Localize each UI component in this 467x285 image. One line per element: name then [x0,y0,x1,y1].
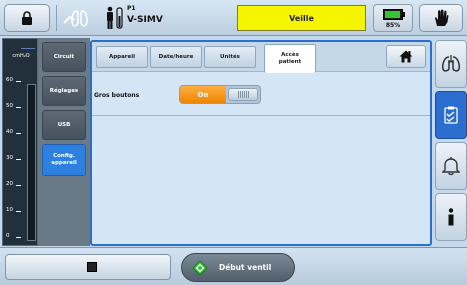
gauge-marker [21,48,35,49]
start-ventilation-icon [192,260,208,276]
bottom-bar: Début ventil [0,247,467,285]
toggle-on-label: On [180,86,226,103]
ventilator-screen: P1 V-SIMV Veille 85% cmH₂O 60 50 40 30 2… [0,0,467,285]
gauge-tick [16,81,21,82]
left-menu: Circuit Réglages USB Config. appareil [38,38,90,246]
home-icon [399,50,413,63]
gauge-tick-label: 60 [6,77,13,83]
large-buttons-label: Gros boutons [94,92,140,99]
menu-item-settings[interactable]: Réglages [42,76,86,106]
checklist-icon [444,106,458,124]
pressure-bar [27,84,36,241]
ventilation-button[interactable] [435,40,467,88]
info-button[interactable] [435,193,467,241]
separator [56,5,57,31]
gauge-tick [16,107,21,108]
gauge-tick [16,211,21,212]
lock-button[interactable] [4,4,50,32]
gauge-tick-label: 10 [6,207,13,213]
menu-item-device-config[interactable]: Config. appareil [42,144,86,176]
toggle-knob[interactable] [228,88,258,101]
right-menu [433,38,467,246]
gauge-tick-label: 20 [6,181,13,187]
hand-icon [435,9,449,26]
gauge-tick-label: 0 [6,233,10,239]
manual-breath-button[interactable] [419,4,463,32]
menu-item-circuit[interactable]: Circuit [42,42,86,72]
tab-device[interactable]: Appareil [96,46,148,68]
tab-date-time[interactable]: Date/heure [150,46,202,68]
tab-patient-access[interactable]: Accès patient [264,44,316,73]
patient-area[interactable]: P1 V-SIMV [60,3,180,33]
divider [92,115,430,116]
tabs-row: Appareil Date/heure Unités Accès patient [92,42,430,73]
alarm-bell-icon [442,157,460,176]
gauge-tick-label: 30 [6,155,13,161]
start-ventilation-button[interactable]: Début ventil [181,253,295,282]
home-button[interactable] [386,45,426,68]
gauge-tick [16,185,21,186]
top-bar: P1 V-SIMV Veille 85% [0,0,467,36]
lungs-icon [63,10,88,27]
start-ventilation-label: Début ventil [219,263,272,272]
patient-icon [107,6,123,29]
ventilation-mode: V-SIMV [127,15,163,25]
gauge-unit: cmH₂O [12,53,30,59]
battery-percentage: 85% [385,22,401,29]
tab-units[interactable]: Unités [204,46,256,68]
status-indicator: Veille [237,5,366,31]
gauge-tick-label: 40 [6,129,13,135]
gauge-tick [16,237,21,238]
gauge-tick-label: 50 [6,103,13,109]
pressure-gauge: cmH₂O 60 50 40 30 20 10 0 [2,38,38,246]
menu-item-usb[interactable]: USB [42,110,86,140]
stop-ventilation-button[interactable] [5,254,171,280]
info-icon [448,208,454,226]
lock-icon [22,11,32,25]
alarms-button[interactable] [435,142,467,190]
battery-indicator: 85% [373,4,413,32]
stop-icon [87,262,97,272]
config-panel: Appareil Date/heure Unités Accès patient… [90,40,432,246]
large-buttons-toggle[interactable]: On [179,85,261,104]
checklist-button[interactable] [435,91,467,139]
lungs-outline-icon [442,55,460,72]
gauge-tick [16,133,21,134]
patient-id: P1 [127,5,136,12]
battery-icon [383,9,405,20]
gauge-tick [16,159,21,160]
